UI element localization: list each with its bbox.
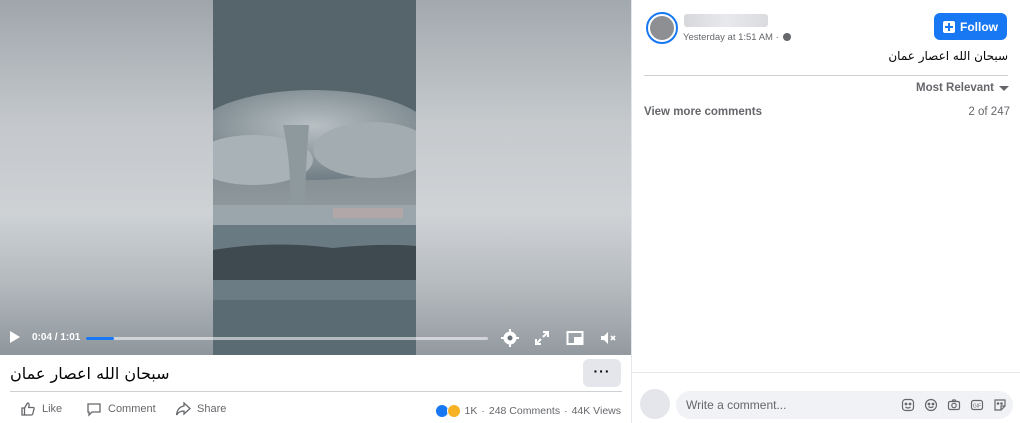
volume-muted-icon[interactable] — [599, 329, 617, 347]
sticker-icon[interactable] — [993, 398, 1007, 412]
comments-panel: Yesterday at 1:51 AM · Follow سبحان الله… — [631, 0, 1020, 423]
comment-count[interactable]: 248 Comments — [489, 405, 560, 417]
share-button[interactable]: Share — [175, 400, 226, 418]
page-name-redacted[interactable] — [684, 14, 768, 27]
more-options-button[interactable]: ··· — [583, 359, 621, 387]
like-button[interactable]: Like — [20, 400, 62, 418]
comment-button[interactable]: Comment — [86, 400, 156, 418]
wow-reaction-icon[interactable] — [446, 404, 461, 418]
sort-label: Most Relevant — [916, 82, 994, 94]
video-blur-right — [416, 0, 631, 355]
caret-down-icon — [999, 85, 1009, 91]
follow-plus-icon — [943, 20, 955, 33]
stats-separator: · — [564, 405, 568, 417]
post-caption: سبحان الله اعصار عمان — [888, 49, 1008, 63]
video-time: 0:04 / 1:01 — [32, 332, 81, 343]
video-title-row: سبحان الله اعصار عمان ··· — [0, 356, 631, 392]
view-count: 44K Views — [571, 405, 621, 417]
like-label: Like — [42, 403, 63, 415]
timestamp-text: Yesterday at 1:51 AM · — [683, 32, 782, 43]
divider — [10, 391, 622, 392]
video-title: سبحان الله اعصار عمان — [10, 364, 170, 383]
share-arrow-icon — [175, 401, 191, 416]
comment-bubble-icon — [87, 403, 101, 417]
waterspout-scene — [213, 0, 416, 355]
video-frame — [213, 0, 416, 355]
comment-page-count: 2 of 247 — [968, 106, 1010, 118]
share-label: Share — [197, 403, 227, 415]
picture-in-picture-icon[interactable] — [566, 329, 584, 347]
gif-icon[interactable]: GIF — [970, 398, 984, 412]
globe-icon — [783, 33, 792, 41]
reaction-count[interactable]: 1K — [465, 405, 478, 417]
page-avatar[interactable] — [646, 12, 678, 44]
progress-played — [86, 337, 114, 340]
comment-composer[interactable]: GIF — [676, 391, 1013, 419]
video-section: 0:04 / 1:01 سبحان الله اعصار عمان ··· Li… — [0, 0, 631, 423]
follow-label: Follow — [960, 19, 998, 34]
avatar-sticker-icon[interactable] — [901, 398, 915, 412]
video-player[interactable]: 0:04 / 1:01 — [0, 0, 631, 355]
svg-text:GIF: GIF — [973, 403, 981, 409]
video-controls: 0:04 / 1:01 — [0, 322, 631, 355]
comment-input[interactable] — [686, 396, 896, 414]
view-more-comments-link[interactable]: View more comments — [644, 106, 762, 118]
sort-dropdown[interactable]: Most Relevant — [916, 82, 1009, 94]
stats-separator: · — [481, 405, 485, 417]
current-user-avatar[interactable] — [640, 389, 670, 419]
fullscreen-expand-icon[interactable] — [533, 329, 551, 347]
video-blur-left — [0, 0, 213, 355]
thumbs-up-icon — [21, 402, 35, 416]
post-viewer: 0:04 / 1:01 سبحان الله اعصار عمان ··· Li… — [0, 0, 1020, 423]
comment-label: Comment — [108, 403, 156, 415]
post-timestamp[interactable]: Yesterday at 1:51 AM · — [683, 32, 792, 43]
post-stats: 1K · 248 Comments · 44K Views — [434, 404, 621, 418]
divider — [644, 75, 1008, 76]
divider — [632, 372, 1020, 373]
more-options-icon: ··· — [593, 363, 611, 379]
camera-icon[interactable] — [947, 398, 961, 412]
emoji-icon[interactable] — [924, 398, 938, 412]
progress-track[interactable] — [86, 337, 488, 340]
settings-gear-icon[interactable] — [501, 329, 519, 347]
post-actions: Like Comment Share 1K · 248 Comments · 4… — [0, 396, 631, 423]
follow-button[interactable]: Follow — [934, 13, 1007, 40]
play-icon[interactable] — [10, 331, 20, 343]
